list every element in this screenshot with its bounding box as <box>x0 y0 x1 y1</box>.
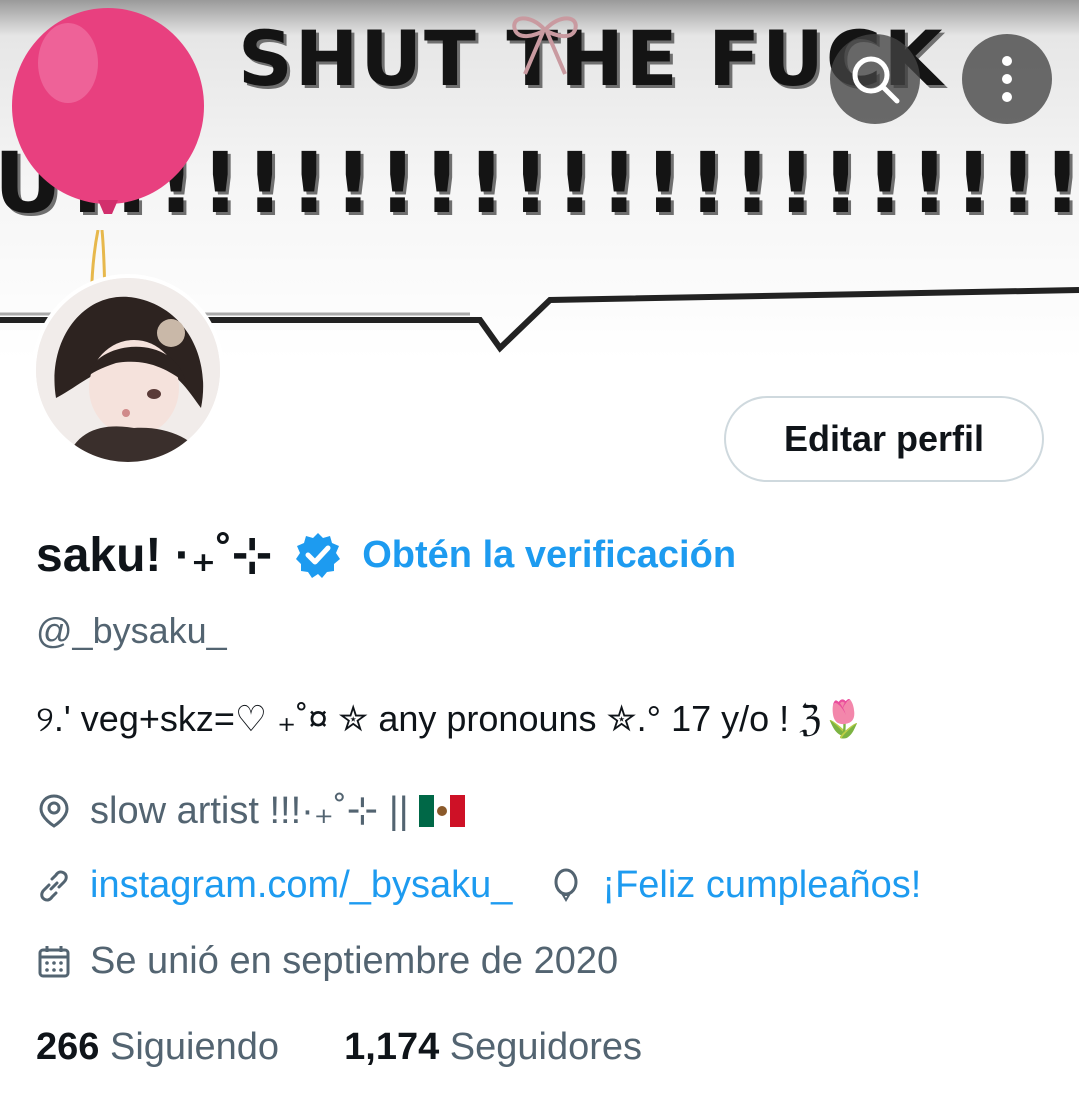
edit-profile-button[interactable]: Editar perfil <box>724 396 1044 482</box>
following-count: 266 <box>36 1026 100 1068</box>
get-verified-link[interactable]: Obtén la verificación <box>362 534 736 577</box>
username-handle: @_bysaku_ <box>36 610 227 651</box>
search-button[interactable] <box>830 34 920 124</box>
follow-stats: 266 Siguiendo 1,174 Seguidores <box>36 1026 642 1069</box>
location-row: slow artist !!!·₊˚⊹ || <box>36 788 465 833</box>
following-label: Siguiendo <box>109 1026 280 1068</box>
calendar-icon <box>38 945 70 977</box>
profile-bio: ୨.' veg+skz=♡ ₊˚¤ ✮ any pronouns ✮.° 17 … <box>36 698 867 739</box>
avatar-artwork <box>36 278 220 462</box>
followers-count: 1,174 <box>344 1026 440 1068</box>
bow-icon <box>512 16 578 75</box>
website-link[interactable]: instagram.com/_bysaku_ <box>90 864 512 907</box>
display-name: saku! ·₊˚⊹ <box>36 529 273 582</box>
verified-badge-icon[interactable] <box>294 531 342 579</box>
search-icon <box>852 56 900 104</box>
joined-row: Se unió en septiembre de 2020 <box>36 940 618 983</box>
more-options-button[interactable] <box>962 34 1052 124</box>
location-text: slow artist !!!·₊˚⊹ || <box>90 790 409 832</box>
avatar[interactable] <box>32 274 224 466</box>
name-row: saku! ·₊˚⊹ Obtén la verificación <box>36 520 736 590</box>
website-birthday-row: instagram.com/_bysaku_ ¡Feliz cumpleaños… <box>36 864 921 907</box>
following-stat[interactable]: 266 Siguiendo <box>36 1026 279 1068</box>
followers-stat[interactable]: 1,174 Seguidores <box>344 1026 642 1068</box>
location-pin-icon <box>39 793 69 828</box>
birthday-text[interactable]: ¡Feliz cumpleaños! <box>602 864 921 907</box>
more-vertical-icon <box>1002 56 1012 102</box>
link-icon <box>40 869 68 902</box>
followers-label: Seguidores <box>449 1026 643 1068</box>
balloon-icon <box>12 8 204 214</box>
balloon-birthday-icon <box>554 868 578 902</box>
mexico-flag-icon <box>418 794 465 827</box>
joined-date: Se unió en septiembre de 2020 <box>90 940 619 982</box>
